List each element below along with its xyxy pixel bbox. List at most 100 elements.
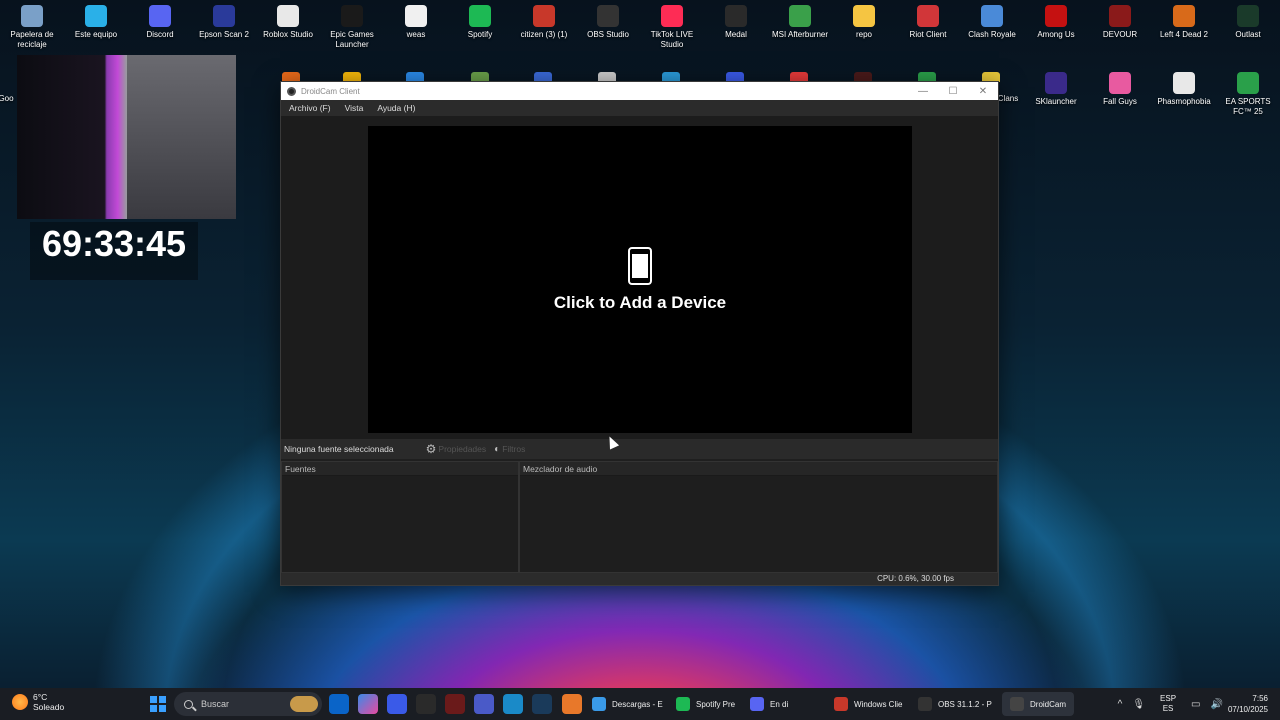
store-icon[interactable]: [387, 694, 407, 714]
chevron-up-icon[interactable]: ^: [1118, 699, 1123, 710]
desktop-icon[interactable]: SKlauncher: [1024, 72, 1088, 107]
copilot-icon[interactable]: [358, 694, 378, 714]
app-icon: [1045, 72, 1067, 94]
network-icon[interactable]: ▭: [1191, 699, 1200, 710]
maximize-icon[interactable]: ☐: [938, 82, 968, 100]
desktop-icon[interactable]: Riot Client: [896, 5, 960, 40]
desktop-icon[interactable]: citizen (3) (1): [512, 5, 576, 40]
desktop-icon[interactable]: Roblox Studio: [256, 5, 320, 40]
desktop-icon-label: Epic Games Launcher: [330, 30, 374, 49]
desktop-icon[interactable]: Papelera de reciclaje: [0, 5, 64, 50]
desktop-icon-label: Discord: [146, 30, 174, 39]
outlook-icon[interactable]: [329, 694, 349, 714]
taskbar-task[interactable]: DroidCam: [1002, 692, 1075, 716]
task-label: En di: [770, 699, 789, 709]
webcam-overlay: [17, 55, 236, 219]
audio-mixer-panel: Mezclador de audio: [519, 461, 998, 573]
windows-start-icon[interactable]: [150, 696, 166, 712]
desktop-icon[interactable]: Epic Games Launcher: [320, 5, 384, 50]
weather-temp: 6°C: [33, 692, 48, 702]
title-bar[interactable]: DroidCam Client — ☐ ✕: [281, 82, 998, 100]
app-icon: [405, 5, 427, 27]
properties-button[interactable]: ⚙ Propiedades: [426, 442, 487, 456]
taskbar-task[interactable]: Windows Clie: [834, 692, 902, 716]
desktop-icon-label: Epson Scan 2: [199, 30, 249, 39]
sources-panel: Fuentes: [281, 461, 519, 573]
filter-icon: ◐: [494, 443, 501, 455]
app-icon: [661, 5, 683, 27]
taskbar-task[interactable]: Spotify Pre: [676, 692, 735, 716]
microphone-icon[interactable]: 🎙: [1132, 699, 1145, 710]
taskbar-task[interactable]: En di: [750, 692, 788, 716]
desktop-icon-label: TikTok LIVE Studio: [650, 30, 694, 49]
desktop-icon[interactable]: repo: [832, 5, 896, 40]
desktop-icon[interactable]: Among Us: [1024, 5, 1088, 40]
desktop-icon[interactable]: Epson Scan 2: [192, 5, 256, 40]
clock[interactable]: 7:56 07/10/2025: [1228, 693, 1268, 715]
desktop-icon-label: Left 4 Dead 2: [1159, 30, 1209, 39]
edge-icon[interactable]: [503, 694, 523, 714]
sun-icon: [12, 694, 28, 710]
app-icon: [213, 5, 235, 27]
weather-desc: Soleado: [33, 702, 65, 712]
menu-ayuda[interactable]: Ayuda (H): [377, 103, 415, 113]
desktop-icon[interactable]: Left 4 Dead 2: [1152, 5, 1216, 40]
desktop-icon[interactable]: Outlast: [1216, 5, 1280, 40]
sources-list[interactable]: [282, 476, 518, 572]
teams-icon[interactable]: [474, 694, 494, 714]
add-device-label: Click to Add a Device: [553, 292, 727, 312]
nvidia-icon[interactable]: [416, 694, 436, 714]
weather-widget[interactable]: 6°C Soleado: [12, 692, 64, 712]
window-title: DroidCam Client: [301, 86, 360, 96]
desktop-icon[interactable]: Clash Royale: [960, 5, 1024, 40]
taskbar-task[interactable]: OBS 31.1.2 - P: [918, 692, 992, 716]
menu-bar: Archivo (F) Vista Ayuda (H): [281, 100, 998, 116]
desktop-icon[interactable]: MSI Afterburner: [768, 5, 832, 40]
desktop-icon-label: Clans: [997, 94, 1019, 103]
desktop-icon[interactable]: weas: [384, 5, 448, 40]
desktop-icon[interactable]: OBS Studio: [576, 5, 640, 40]
taskbar-task[interactable]: Descargas - E: [592, 692, 663, 716]
droidcam-window[interactable]: DroidCam Client — ☐ ✕ Archivo (F) Vista …: [280, 81, 999, 586]
task-app-icon: [676, 697, 690, 711]
language-indicator[interactable]: ESP ES: [1160, 694, 1176, 714]
desktop-icon[interactable]: TikTok LIVE Studio: [640, 5, 704, 50]
desktop-icon-label: SKlauncher: [1035, 97, 1077, 106]
desktop-icon-label: Roblox Studio: [263, 30, 313, 39]
filters-button[interactable]: ◐ Filtros: [494, 444, 525, 455]
task-app-icon: [750, 697, 764, 711]
menu-archivo[interactable]: Archivo (F): [289, 103, 331, 113]
volume-icon[interactable]: 🔊: [1211, 699, 1223, 710]
droidcam-app-icon: [287, 86, 296, 96]
desktop-icon[interactable]: Este equipo: [64, 5, 128, 40]
desktop-icon[interactable]: Spotify: [448, 5, 512, 40]
phone-icon: [628, 246, 652, 285]
minimize-icon[interactable]: —: [908, 82, 938, 100]
menu-vista[interactable]: Vista: [345, 103, 364, 113]
app-icon[interactable]: [445, 694, 465, 714]
app-icon: [725, 5, 747, 27]
search-placeholder: Buscar: [201, 699, 230, 709]
desktop-icon[interactable]: Phasmophobia: [1152, 72, 1216, 107]
desktop-icon[interactable]: DEVOUR: [1088, 5, 1152, 40]
desktop-icon[interactable]: Discord: [128, 5, 192, 40]
taskbar: 6°C Soleado Buscar Descargas - E Spotify …: [0, 688, 1280, 720]
desktop-icon-label: Medal: [725, 30, 747, 39]
dock-panels: Fuentes Mezclador de audio: [281, 461, 998, 573]
app-icon: [21, 5, 43, 27]
desktop-icon[interactable]: Medal: [704, 5, 768, 40]
task-label: DroidCam: [1030, 699, 1067, 709]
close-icon[interactable]: ✕: [968, 82, 998, 100]
add-device-preview[interactable]: Click to Add a Device: [368, 126, 912, 433]
audio-mixer-list[interactable]: [520, 476, 997, 572]
task-app-icon: [1010, 697, 1024, 711]
launcher-icon[interactable]: [562, 694, 582, 714]
app-icon: [917, 5, 939, 27]
desktop-icon-label: EA SPORTS FC™ 25: [1225, 97, 1271, 116]
desktop-icon-label: repo: [855, 30, 872, 39]
steam-icon[interactable]: [532, 694, 552, 714]
app-icon: [853, 5, 875, 27]
desktop-icon[interactable]: Fall Guys: [1088, 72, 1152, 107]
app-icon: [533, 5, 555, 27]
desktop-icon[interactable]: EA SPORTS FC™ 25: [1216, 72, 1280, 117]
